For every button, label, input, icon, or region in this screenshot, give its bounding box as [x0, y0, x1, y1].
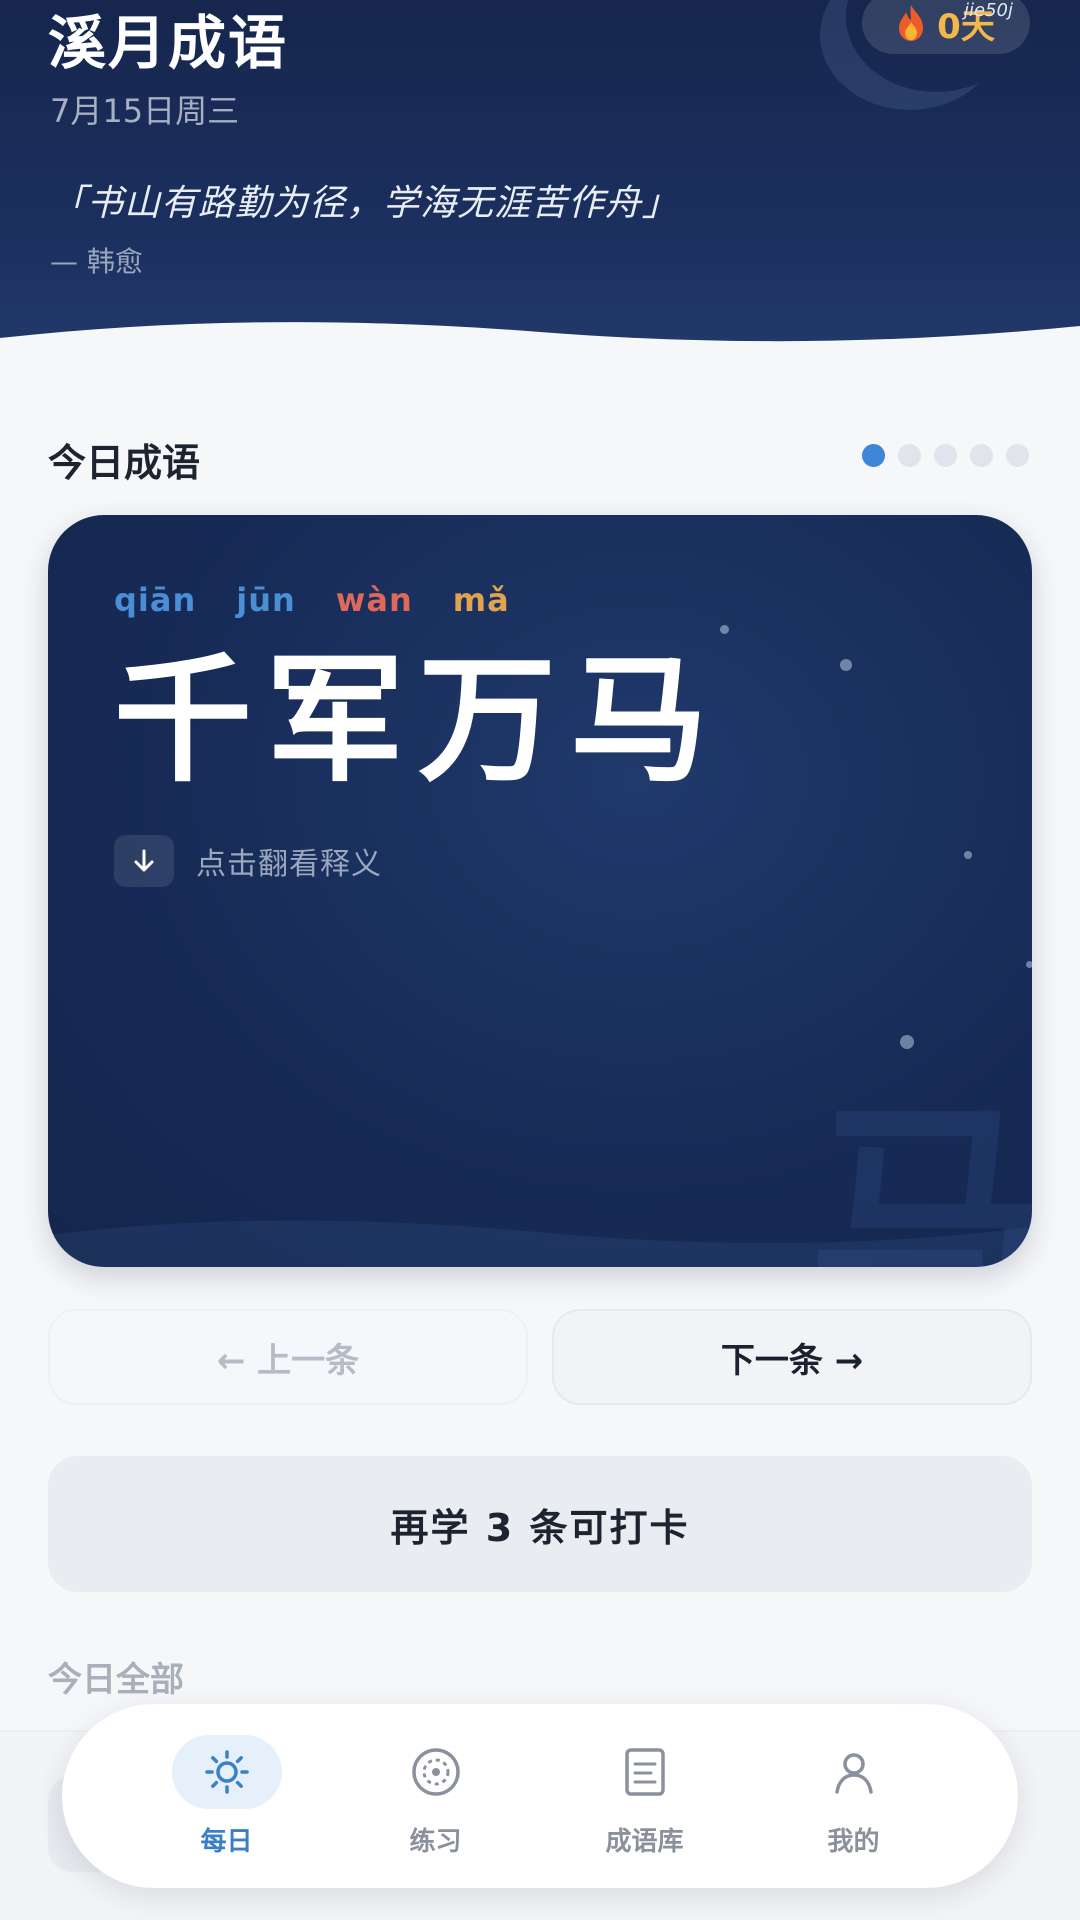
nav-label: 我的 [827, 1826, 880, 1857]
star-dot [840, 659, 852, 671]
pinyin-syllable: wàn [335, 581, 413, 619]
daily-quote: 「书山有路勤为径，学海无涯苦作舟」 [50, 183, 680, 224]
flame-icon [899, 5, 924, 41]
idiom-text: 千军万马 [114, 645, 708, 797]
star-dot [1026, 961, 1032, 968]
idiom-character: 军 [266, 640, 405, 801]
idiom-character: 万 [418, 640, 557, 801]
user-icon [799, 1735, 909, 1809]
reveal-meaning-button[interactable]: 点击翻看释义 [114, 835, 382, 887]
quote-author: — 韩愈 [50, 245, 143, 278]
pinyin-syllable: mǎ [452, 581, 510, 619]
nav-label: 成语库 [605, 1826, 684, 1857]
next-button[interactable]: 下一条 → [552, 1309, 1032, 1405]
nav-item-0[interactable]: 每日 [137, 1734, 317, 1858]
pager-dot[interactable] [970, 444, 993, 467]
pager-dots [862, 444, 1029, 467]
pinyin-row: qiān jūn wàn mǎ [114, 581, 510, 619]
app-screen: 溪月成语 0天 jie50j 7月15日周三 「书山有路勤为径，学海无涯苦作舟」… [0, 0, 1080, 1920]
book-icon [590, 1735, 700, 1809]
reveal-label: 点击翻看释义 [196, 847, 382, 882]
arrow-down-icon [114, 835, 174, 887]
prev-button[interactable]: ← 上一条 [48, 1309, 528, 1405]
header-wave [0, 322, 1080, 360]
star-dot [720, 625, 729, 634]
idiom-card[interactable]: 马 qiān jūn wàn mǎ 千军万马 点击翻看释义 [48, 515, 1032, 1267]
header: 溪月成语 0天 jie50j 7月15日周三 「书山有路勤为径，学海无涯苦作舟」… [0, 0, 1080, 360]
nav-label: 每日 [200, 1826, 253, 1857]
nav-item-1[interactable]: 练习 [346, 1735, 526, 1858]
pinyin-syllable: qiān [114, 581, 197, 619]
pager-dot[interactable] [898, 444, 921, 467]
idiom-character: 马 [570, 640, 709, 801]
nav-item-2[interactable]: 成语库 [555, 1735, 735, 1858]
sun-icon [171, 1734, 282, 1809]
pinyin-syllable: jūn [236, 581, 296, 619]
pager-dot[interactable] [862, 444, 885, 467]
nav-item-3[interactable]: 我的 [764, 1735, 944, 1858]
pager-dot[interactable] [934, 444, 957, 467]
target-icon [381, 1735, 491, 1809]
checkin-button[interactable]: 再学 3 条可打卡 [48, 1456, 1032, 1592]
star-dot [964, 851, 972, 859]
card-wave [48, 1220, 1032, 1267]
app-title: 溪月成语 [48, 9, 289, 77]
watermark: jie50j [964, 0, 1013, 21]
nav-label: 练习 [409, 1826, 462, 1857]
pager-dot[interactable] [1006, 444, 1029, 467]
section-title-today: 今日成语 [48, 441, 201, 485]
idiom-character: 千 [114, 640, 253, 801]
date-label: 7月15日周三 [50, 92, 240, 130]
bottom-nav: 每日 练习 成语库 我的 [62, 1704, 1018, 1888]
section-title-all: 今日全部 [48, 1660, 184, 1700]
